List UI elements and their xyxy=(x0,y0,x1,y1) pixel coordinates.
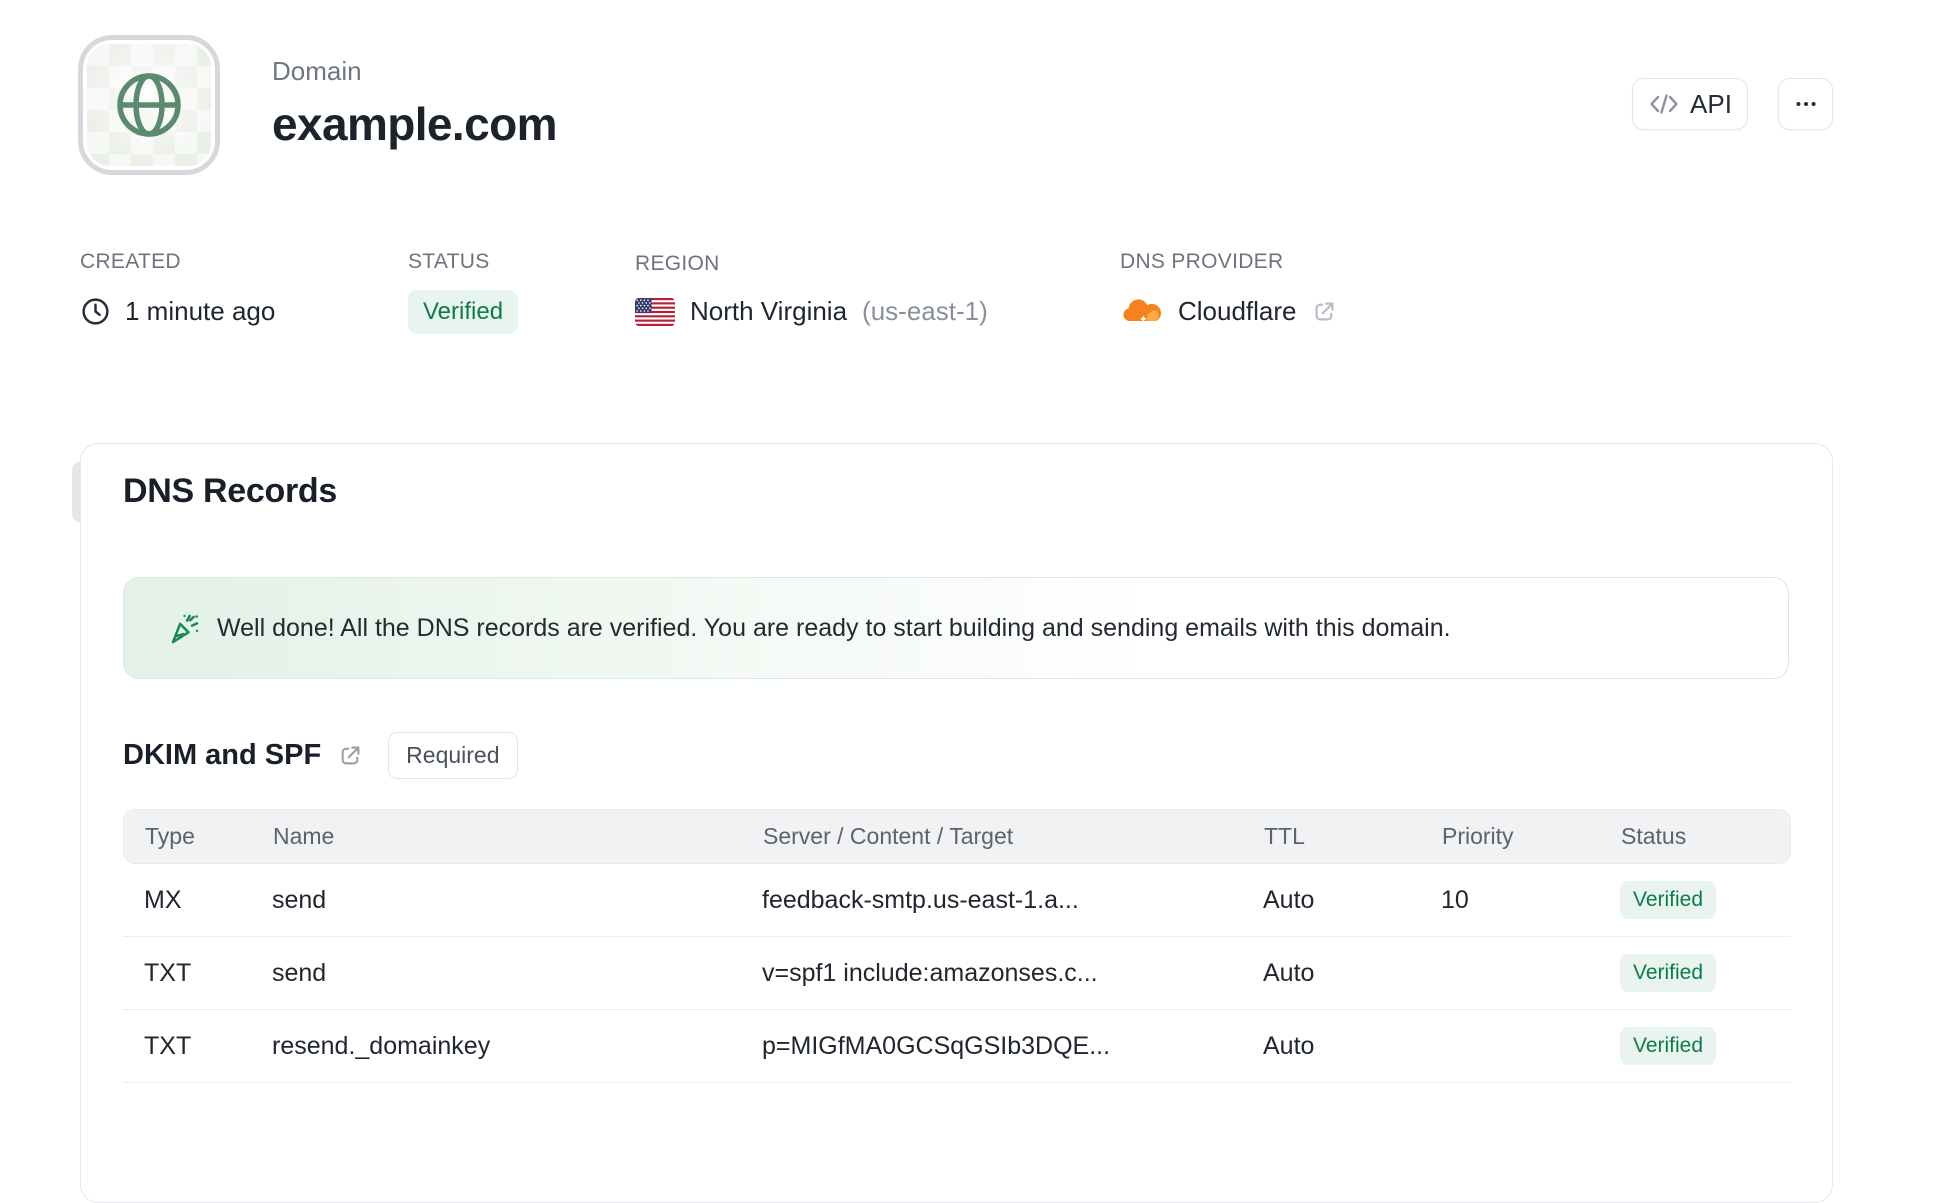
code-icon xyxy=(1648,92,1680,116)
status-value: Verified xyxy=(408,290,519,334)
verified-success-banner: Well done! All the DNS records are verif… xyxy=(123,577,1789,679)
page-title: example.com xyxy=(272,98,557,150)
dns-provider-value[interactable]: Cloudflare xyxy=(1120,296,1338,327)
globe-icon xyxy=(114,70,184,140)
column-header-ttl: TTL xyxy=(1264,823,1305,849)
page-eyebrow: Domain xyxy=(272,56,362,86)
dkim-spf-section-header: DKIM and SPF Required xyxy=(123,732,518,779)
dns-records-table: Type Name Server / Content / Target TTL … xyxy=(123,809,1791,1083)
domain-avatar xyxy=(78,35,220,175)
cell-content: p=MIGfMA0GCSqGSIb3DQE... xyxy=(762,1031,1111,1060)
region-label: REGION xyxy=(635,252,720,275)
status-badge: Verified xyxy=(1620,1027,1717,1065)
party-popper-icon xyxy=(166,611,201,646)
domain-detail-page: Domain example.com API CREATED 1 minute … xyxy=(0,0,1944,1203)
api-button[interactable]: API xyxy=(1632,78,1748,130)
region-name: North Virginia xyxy=(690,296,848,326)
cell-content: v=spf1 include:amazonses.c... xyxy=(762,958,1098,987)
cell-ttl: Auto xyxy=(1263,958,1315,987)
external-link-icon[interactable] xyxy=(1311,298,1338,325)
column-header-priority: Priority xyxy=(1442,823,1514,849)
column-header-status: Status xyxy=(1621,823,1687,849)
more-options-button[interactable] xyxy=(1778,78,1833,130)
cell-name: send xyxy=(272,885,327,914)
dns-records-title: DNS Records xyxy=(123,472,337,510)
cell-type: MX xyxy=(144,885,182,914)
created-label: CREATED xyxy=(80,250,181,273)
cell-content: feedback-smtp.us-east-1.a... xyxy=(762,885,1079,914)
table-row: TXT send v=spf1 include:amazonses.c... A… xyxy=(123,937,1791,1010)
cloudflare-icon xyxy=(1120,297,1164,327)
status-label: STATUS xyxy=(408,250,490,273)
dns-records-card: DNS Records Well done! All the DNS recor… xyxy=(80,443,1833,1203)
dkim-spf-title: DKIM and SPF xyxy=(123,739,322,771)
cell-ttl: Auto xyxy=(1263,1031,1315,1060)
region-code: (us-east-1) xyxy=(862,296,988,326)
dns-provider-label: DNS PROVIDER xyxy=(1120,250,1284,273)
dns-provider-name: Cloudflare xyxy=(1178,296,1297,326)
created-text: 1 minute ago xyxy=(125,296,276,326)
cell-name: resend._domainkey xyxy=(272,1031,491,1060)
region-value: North Virginia (us-east-1) xyxy=(635,296,988,327)
table-row: MX send feedback-smtp.us-east-1.a... Aut… xyxy=(123,864,1791,937)
cell-name: send xyxy=(272,958,327,987)
cell-type: TXT xyxy=(144,1031,192,1060)
avatar-checker-background xyxy=(87,44,211,166)
status-badge: Verified xyxy=(1620,881,1717,919)
cell-ttl: Auto xyxy=(1263,885,1315,914)
column-header-name: Name xyxy=(273,823,335,849)
required-badge: Required xyxy=(388,732,518,779)
cell-priority: 10 xyxy=(1441,885,1469,914)
column-header-content: Server / Content / Target xyxy=(763,823,1014,849)
api-button-label: API xyxy=(1690,88,1732,119)
ellipsis-icon xyxy=(1793,91,1819,117)
table-header-row: Type Name Server / Content / Target TTL … xyxy=(123,809,1791,864)
table-row: TXT resend._domainkey p=MIGfMA0GCSqGSIb3… xyxy=(123,1010,1791,1083)
created-value: 1 minute ago xyxy=(80,296,275,327)
page-header: Domain example.com xyxy=(272,56,557,151)
banner-message: Well done! All the DNS records are verif… xyxy=(217,613,1451,642)
column-header-type: Type xyxy=(145,823,195,849)
clock-icon xyxy=(80,296,111,327)
status-badge: Verified xyxy=(1620,954,1717,992)
status-badge: Verified xyxy=(408,290,519,334)
cell-type: TXT xyxy=(144,958,192,987)
external-link-icon[interactable] xyxy=(337,742,364,769)
us-flag-icon xyxy=(635,297,675,326)
